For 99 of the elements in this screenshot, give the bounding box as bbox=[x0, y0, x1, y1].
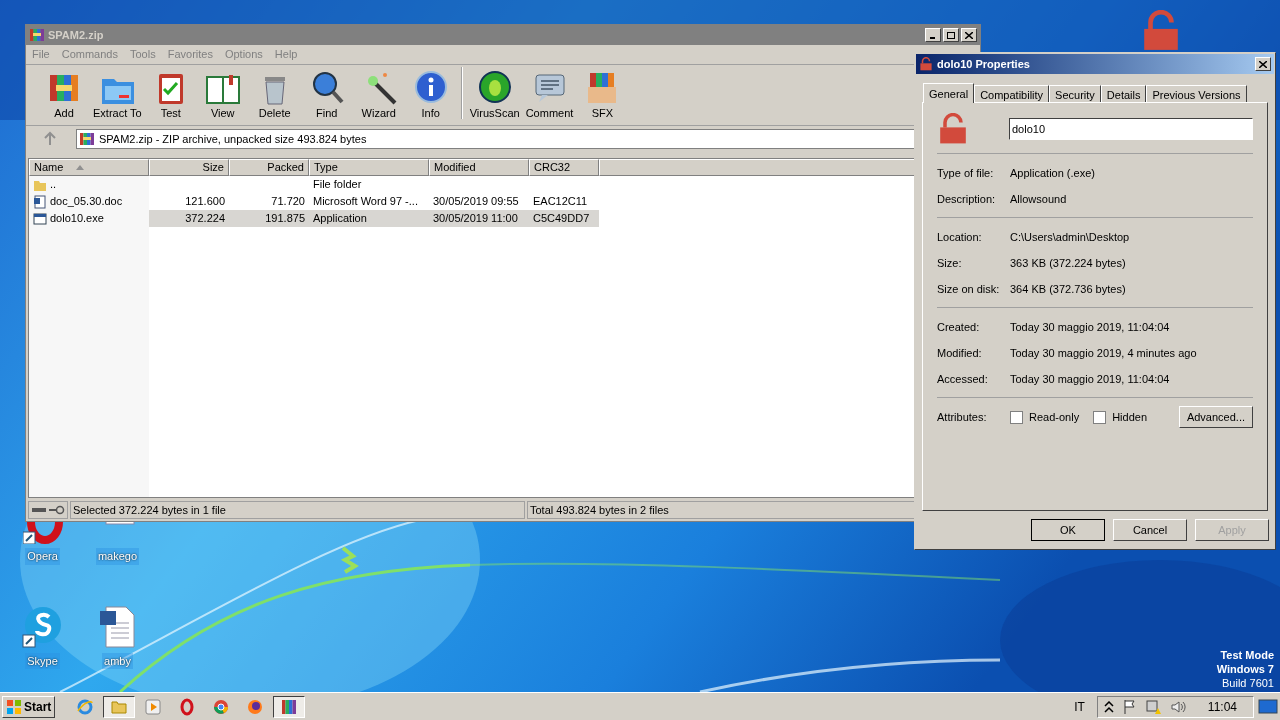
toolbar-button[interactable]: View bbox=[197, 68, 248, 121]
file-row[interactable]: doc_05.30.doc 121.600 71.720 Microsoft Word 97 -... 30/05/2019 09:55 EAC12C11 bbox=[29, 193, 599, 210]
maximize-icon bbox=[947, 31, 955, 39]
property-value: C:\Users\admin\Desktop bbox=[1010, 229, 1130, 245]
property-label: Accessed: bbox=[937, 371, 989, 387]
toolbar-button[interactable]: Comment bbox=[523, 68, 576, 121]
toolbar-button[interactable]: Add bbox=[39, 68, 89, 121]
property-label: Size: bbox=[937, 255, 963, 271]
column-header[interactable]: Packed bbox=[229, 159, 309, 176]
column-header[interactable]: Name bbox=[29, 159, 149, 176]
windows-build-text: Test Mode bbox=[1220, 648, 1274, 662]
column-header[interactable]: CRC32 bbox=[529, 159, 599, 176]
close-icon bbox=[1259, 60, 1267, 68]
column-header[interactable]: Size bbox=[149, 159, 229, 176]
language-indicator[interactable]: IT bbox=[1074, 697, 1085, 716]
folder-taskbar-icon[interactable] bbox=[103, 695, 136, 718]
window-title: dolo10 Properties bbox=[937, 56, 1030, 72]
minimize-button[interactable] bbox=[925, 28, 941, 42]
table-cell-text: Microsoft Word 97 -... bbox=[313, 194, 418, 210]
toolbar-button[interactable]: Wizard bbox=[353, 68, 404, 121]
flag-icon bbox=[1121, 698, 1138, 715]
table-cell-text: Application bbox=[313, 211, 367, 227]
table-cell-text: C5C49DD7 bbox=[533, 211, 590, 227]
close-button[interactable] bbox=[961, 28, 977, 42]
file-row[interactable]: .. File folder bbox=[29, 176, 599, 193]
drive-icon bbox=[31, 506, 47, 514]
toolbar-button[interactable]: Find bbox=[301, 68, 352, 121]
windows-logo-icon bbox=[6, 698, 22, 715]
dialog-button[interactable]: OK bbox=[1031, 519, 1105, 541]
property-label: Modified: bbox=[937, 345, 983, 361]
toolbar-button[interactable]: Extract To bbox=[91, 68, 144, 121]
property-label: Location: bbox=[937, 229, 983, 245]
toolbar-button[interactable]: Delete bbox=[249, 68, 300, 121]
advanced-button[interactable]: Advanced... bbox=[1178, 406, 1253, 428]
dialog-button[interactable]: Cancel bbox=[1113, 519, 1187, 541]
window-title: SPAM2.zip bbox=[48, 27, 104, 43]
table-cell-text: 191.875 bbox=[265, 211, 305, 227]
application-icon bbox=[33, 211, 47, 226]
status-text: Selected 372.224 bytes in 1 file bbox=[70, 501, 525, 519]
network-warning-icon bbox=[1145, 698, 1162, 715]
start-button[interactable]: Start bbox=[2, 695, 56, 718]
padlock-icon bbox=[919, 57, 933, 71]
table-cell-text: 121.600 bbox=[185, 194, 225, 210]
file-name-field[interactable]: dolo10 bbox=[1009, 118, 1253, 140]
windows-build-text: Windows 7 bbox=[1216, 662, 1274, 676]
archive-icon bbox=[29, 27, 45, 43]
property-value: 363 KB (372.224 bytes) bbox=[1010, 255, 1126, 271]
close-button[interactable] bbox=[1255, 57, 1271, 71]
toolbar-button[interactable]: Info bbox=[405, 68, 456, 121]
property-value: Today 30 maggio 2019, 11:04:04 bbox=[1010, 319, 1170, 335]
tab[interactable]: General bbox=[923, 83, 975, 103]
table-cell-text: dolo10.exe bbox=[50, 211, 104, 227]
close-icon bbox=[965, 31, 973, 39]
archive-icon bbox=[79, 131, 95, 147]
archiver-taskbar-icon[interactable] bbox=[273, 695, 306, 718]
checkbox-label: Hidden bbox=[1112, 409, 1147, 425]
table-cell-text: doc_05.30.doc bbox=[50, 194, 123, 210]
key-icon bbox=[49, 505, 65, 515]
property-label: Created: bbox=[937, 319, 981, 335]
column-header[interactable]: Type bbox=[309, 159, 429, 176]
table-cell-text: EAC12C11 bbox=[533, 194, 588, 210]
table-cell-text: .. bbox=[50, 177, 57, 193]
property-label: Size on disk: bbox=[937, 281, 1001, 297]
property-value: Application (.exe) bbox=[1010, 165, 1095, 181]
clock[interactable]: 11:04 bbox=[1207, 697, 1237, 716]
sort-arrow-icon bbox=[76, 165, 84, 170]
padlock-icon bbox=[937, 113, 969, 145]
speaker-icon bbox=[1169, 698, 1186, 715]
table-cell-text: 71.720 bbox=[271, 194, 305, 210]
checkbox[interactable] bbox=[1093, 410, 1107, 424]
property-value: Today 30 maggio 2019, 4 minutes ago bbox=[1010, 345, 1197, 361]
property-label: Type of file: bbox=[937, 165, 995, 181]
word-document-icon bbox=[33, 194, 47, 209]
chevron-up-icon bbox=[1103, 700, 1114, 713]
toolbar-button[interactable]: SFX bbox=[577, 68, 628, 121]
tab[interactable]: Compatibility bbox=[974, 85, 1050, 102]
property-value: Allowsound bbox=[1010, 191, 1067, 207]
virus-icon bbox=[476, 68, 513, 105]
tab[interactable]: Details bbox=[1100, 85, 1147, 102]
checkbox-label: Read-only bbox=[1029, 409, 1080, 425]
checkbox[interactable] bbox=[1010, 410, 1023, 424]
property-label: Attributes: bbox=[937, 409, 988, 425]
tab[interactable]: Security bbox=[1049, 85, 1101, 102]
file-row[interactable]: dolo10.exe 372.224 191.875 Application 30/05/2019 11:00 C5C49DD7 bbox=[29, 210, 599, 227]
tab[interactable]: Previous Versions bbox=[1146, 85, 1247, 102]
info-icon bbox=[412, 68, 449, 105]
property-label: Description: bbox=[937, 191, 997, 207]
show-desktop-icon[interactable] bbox=[1258, 698, 1278, 715]
toolbar-button[interactable]: VirusScan bbox=[467, 68, 522, 121]
property-value: 364 KB (372.736 bytes) bbox=[1010, 281, 1126, 297]
windows-build-text: Build 7601 bbox=[1222, 676, 1274, 690]
maximize-button[interactable] bbox=[943, 28, 959, 42]
table-cell-text: 30/05/2019 11:00 bbox=[433, 211, 518, 227]
property-value: Today 30 maggio 2019, 11:04:04 bbox=[1010, 371, 1170, 387]
column-header[interactable]: Modified bbox=[429, 159, 529, 176]
table-cell-text: 30/05/2019 09:55 bbox=[433, 194, 519, 210]
table-cell-text: File folder bbox=[313, 177, 362, 193]
table-cell-text: 372.224 bbox=[185, 211, 225, 227]
toolbar-button[interactable]: Test bbox=[145, 68, 196, 121]
